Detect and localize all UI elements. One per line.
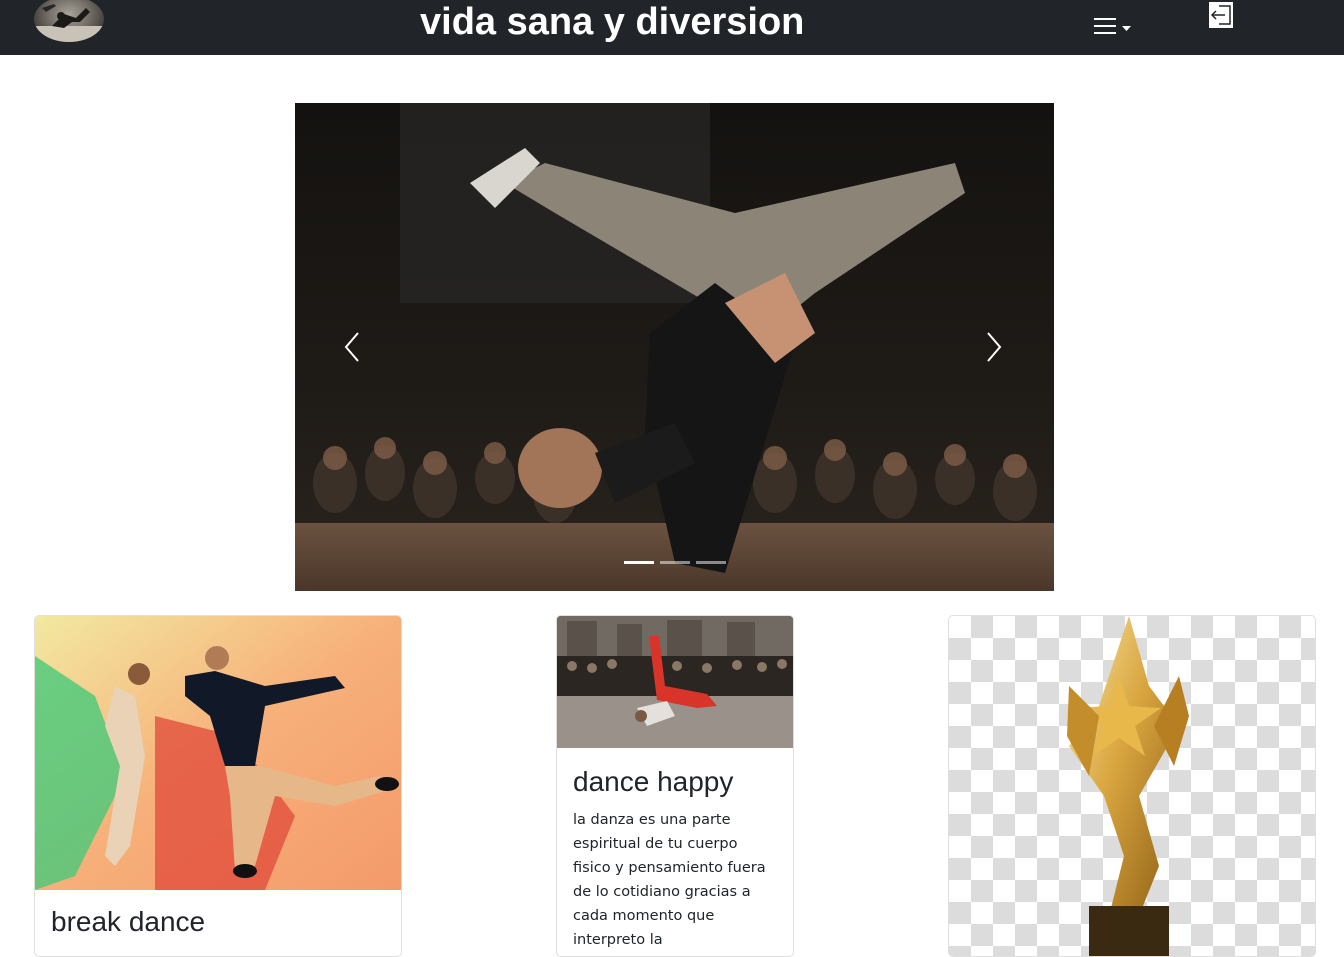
site-title: vida sana y diversion (420, 1, 805, 43)
gold-trophy-photo (1067, 616, 1189, 956)
two-dancers-jumping-photo (35, 616, 401, 890)
carousel-indicator-1[interactable] (624, 561, 654, 564)
carousel-indicators (624, 561, 726, 564)
card-title: break dance (51, 906, 206, 937)
carousel-prev-button[interactable] (342, 330, 368, 364)
logout-icon (1210, 5, 1231, 25)
carousel-indicator-3[interactable] (696, 561, 726, 564)
caret-down-icon (1122, 26, 1131, 31)
chevron-right-icon (987, 332, 1002, 362)
breakdancer-logo[interactable] (34, 0, 104, 42)
breakdancer-crowd-photo (557, 616, 793, 748)
carousel-indicator-2[interactable] (660, 561, 690, 564)
logout-button[interactable] (1209, 2, 1233, 28)
chevron-left-icon (344, 332, 359, 362)
hamburger-menu-icon (1094, 18, 1116, 34)
navbar: vida sana y diversion (0, 0, 1344, 55)
card-title: dance happy (573, 766, 734, 797)
menu-dropdown-toggle[interactable] (1094, 13, 1131, 39)
card-break-dance: break dance (34, 615, 402, 957)
carousel (295, 103, 1054, 591)
carousel-next-button[interactable] (984, 330, 1010, 364)
breakdancer-slide-image (295, 103, 1054, 591)
card-trophy (948, 615, 1316, 957)
card-dance-happy: dance happy la danza es una parte espiri… (556, 615, 794, 957)
card-text: la danza es una parte espiritual de tu c… (573, 812, 766, 948)
